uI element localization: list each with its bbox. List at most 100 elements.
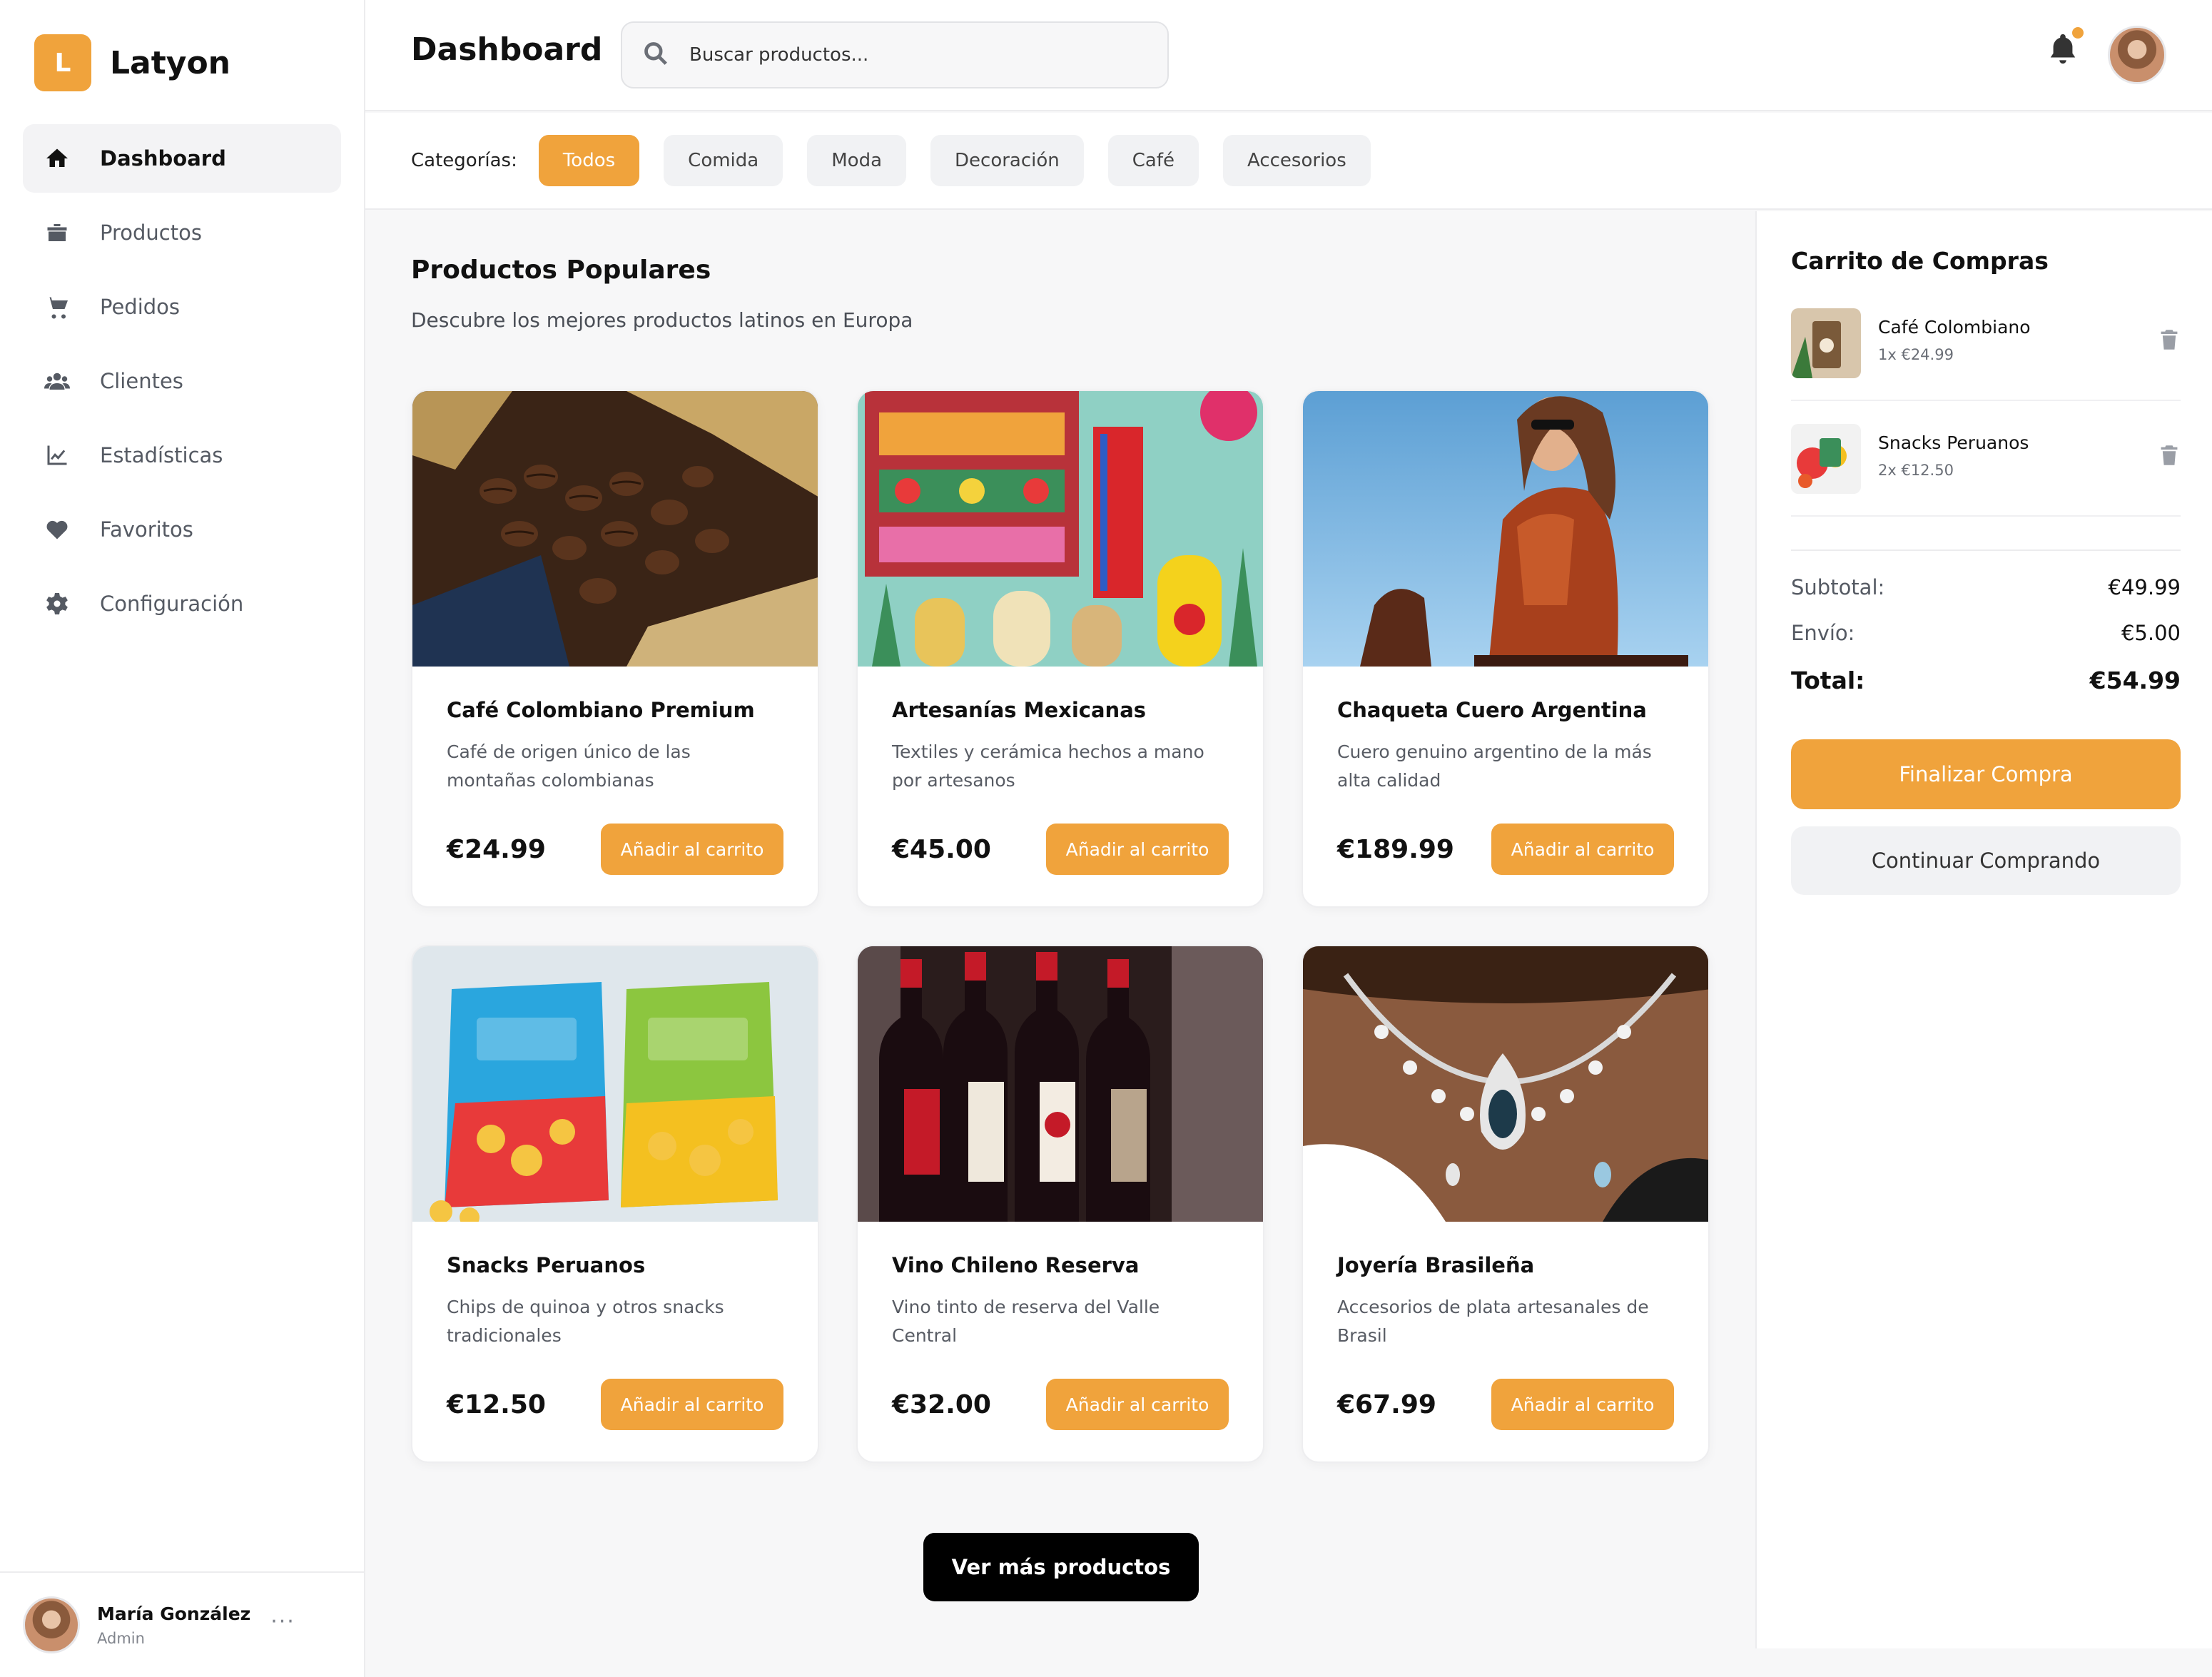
user-profile[interactable]: María González Admin ··· — [0, 1571, 364, 1677]
sidebar-item-configuracion[interactable]: Configuración — [23, 569, 341, 638]
search-input[interactable] — [689, 44, 1117, 66]
top-header: Dashboard — [365, 0, 2212, 111]
sidebar-nav: Dashboard Productos Pedidos Clientes Est… — [23, 124, 341, 644]
category-chip-decoracion[interactable]: Decoración — [930, 135, 1084, 186]
product-card-body: Café Colombiano Premium Café de origen ú… — [412, 667, 818, 875]
section-subtitle: Descubre los mejores productos latinos e… — [411, 308, 913, 332]
product-card[interactable]: Artesanías Mexicanas Textiles y cerámica… — [856, 390, 1264, 908]
cart-item-quantity: 1x €24.99 — [1878, 346, 1954, 363]
add-to-cart-button[interactable]: Añadir al carrito — [601, 1379, 783, 1430]
section-title: Productos Populares — [411, 255, 711, 285]
checkout-button[interactable]: Finalizar Compra — [1791, 739, 2181, 809]
cart-icon — [43, 293, 71, 321]
avatar — [23, 1596, 80, 1653]
profile-text: María González Admin — [97, 1603, 250, 1647]
product-description: Chips de quinoa y otros snacks tradicion… — [447, 1297, 724, 1346]
sidebar-item-label: Clientes — [100, 369, 183, 393]
shipping-label: Envío: — [1791, 621, 1855, 645]
sidebar-item-label: Configuración — [100, 592, 244, 616]
notification-button[interactable] — [2046, 27, 2084, 71]
product-image-jewelry — [1303, 946, 1708, 1222]
product-name: Café Colombiano Premium — [447, 698, 755, 722]
product-card-body: Joyería Brasileña Accesorios de plata ar… — [1303, 1222, 1708, 1430]
product-name: Snacks Peruanos — [447, 1253, 646, 1277]
category-chip-todos[interactable]: Todos — [538, 135, 640, 186]
product-footer: €189.99 Añadir al carrito — [1337, 824, 1674, 875]
product-description: Cuero genuino argentino de la más alta c… — [1337, 741, 1652, 791]
product-card-body: Chaqueta Cuero Argentina Cuero genuino a… — [1303, 667, 1708, 875]
add-to-cart-button[interactable]: Añadir al carrito — [1046, 1379, 1229, 1430]
category-chip-comida[interactable]: Comida — [664, 135, 783, 186]
shipping-row: Envío: €5.00 — [1791, 621, 2181, 645]
product-image-snacks — [412, 946, 818, 1222]
product-footer: €45.00 Añadir al carrito — [892, 824, 1229, 875]
product-name: Joyería Brasileña — [1337, 1253, 1535, 1277]
sidebar-item-favoritos[interactable]: Favoritos — [23, 495, 341, 564]
add-to-cart-button[interactable]: Añadir al carrito — [1491, 824, 1674, 875]
product-description: Vino tinto de reserva del Valle Central — [892, 1297, 1160, 1346]
sidebar: L Latyon Dashboard Productos Pedidos Cli… — [0, 0, 365, 1677]
categories-label: Categorías: — [411, 150, 517, 171]
product-price: €24.99 — [447, 834, 546, 864]
total-row: Total: €54.99 — [1791, 667, 2181, 694]
continue-shopping-button[interactable]: Continuar Comprando — [1791, 826, 2181, 895]
trash-icon[interactable] — [2159, 328, 2181, 353]
product-image-jacket — [1303, 391, 1708, 667]
more-options-icon[interactable]: ··· — [270, 1609, 295, 1634]
home-icon — [43, 144, 71, 173]
add-to-cart-button[interactable]: Añadir al carrito — [601, 824, 783, 875]
category-chip-moda[interactable]: Moda — [807, 135, 907, 186]
heart-icon — [43, 515, 71, 544]
brand[interactable]: L Latyon — [34, 34, 230, 91]
notification-dot — [2072, 27, 2084, 39]
sidebar-item-label: Productos — [100, 221, 202, 245]
chart-line-icon — [43, 441, 71, 470]
cart-item-name: Café Colombiano — [1878, 317, 2031, 338]
product-footer: €32.00 Añadir al carrito — [892, 1379, 1229, 1430]
subtotal-value: €49.99 — [2108, 575, 2181, 599]
product-card[interactable]: Snacks Peruanos Chips de quinoa y otros … — [411, 945, 819, 1463]
product-price: €189.99 — [1337, 834, 1454, 864]
product-card[interactable]: Joyería Brasileña Accesorios de plata ar… — [1302, 945, 1710, 1463]
product-footer: €12.50 Añadir al carrito — [447, 1379, 783, 1430]
brand-name: Latyon — [110, 44, 230, 81]
sidebar-item-estadisticas[interactable]: Estadísticas — [23, 421, 341, 490]
product-image-coffee — [412, 391, 818, 667]
header-avatar[interactable] — [2108, 26, 2166, 84]
search-icon — [642, 40, 669, 70]
product-price: €45.00 — [892, 834, 991, 864]
cart-divider — [1791, 549, 2181, 551]
cart-item-quantity: 2x €12.50 — [1878, 462, 1954, 479]
sidebar-item-pedidos[interactable]: Pedidos — [23, 273, 341, 341]
sidebar-item-dashboard[interactable]: Dashboard — [23, 124, 341, 193]
sidebar-item-label: Estadísticas — [100, 443, 223, 467]
product-card-body: Vino Chileno Reserva Vino tinto de reser… — [858, 1222, 1263, 1430]
cart-item: Café Colombiano 1x €24.99 — [1791, 308, 2181, 401]
trash-icon[interactable] — [2159, 444, 2181, 468]
search-bar[interactable] — [621, 21, 1169, 88]
box-icon — [43, 218, 71, 247]
product-description: Café de origen único de las montañas col… — [447, 741, 691, 791]
sidebar-item-label: Dashboard — [100, 146, 226, 171]
product-card[interactable]: Chaqueta Cuero Argentina Cuero genuino a… — [1302, 390, 1710, 908]
sidebar-item-clientes[interactable]: Clientes — [23, 347, 341, 415]
add-to-cart-button[interactable]: Añadir al carrito — [1046, 824, 1229, 875]
cart-item-thumbnail — [1791, 308, 1861, 378]
cart-title: Carrito de Compras — [1791, 247, 2049, 275]
add-to-cart-button[interactable]: Añadir al carrito — [1491, 1379, 1674, 1430]
sidebar-item-productos[interactable]: Productos — [23, 198, 341, 267]
product-card[interactable]: Vino Chileno Reserva Vino tinto de reser… — [856, 945, 1264, 1463]
sidebar-item-label: Favoritos — [100, 517, 193, 542]
subtotal-row: Subtotal: €49.99 — [1791, 575, 2181, 599]
product-price: €32.00 — [892, 1389, 991, 1419]
subtotal-label: Subtotal: — [1791, 575, 1885, 599]
total-label: Total: — [1791, 667, 1865, 694]
category-chip-cafe[interactable]: Café — [1107, 135, 1199, 186]
user-name: María González — [97, 1603, 251, 1624]
product-name: Vino Chileno Reserva — [892, 1253, 1140, 1277]
view-more-products-button[interactable]: Ver más productos — [923, 1533, 1199, 1601]
product-card[interactable]: Café Colombiano Premium Café de origen ú… — [411, 390, 819, 908]
sidebar-item-label: Pedidos — [100, 295, 181, 319]
category-chip-accesorios[interactable]: Accesorios — [1223, 135, 1371, 186]
product-card-body: Snacks Peruanos Chips de quinoa y otros … — [412, 1222, 818, 1430]
